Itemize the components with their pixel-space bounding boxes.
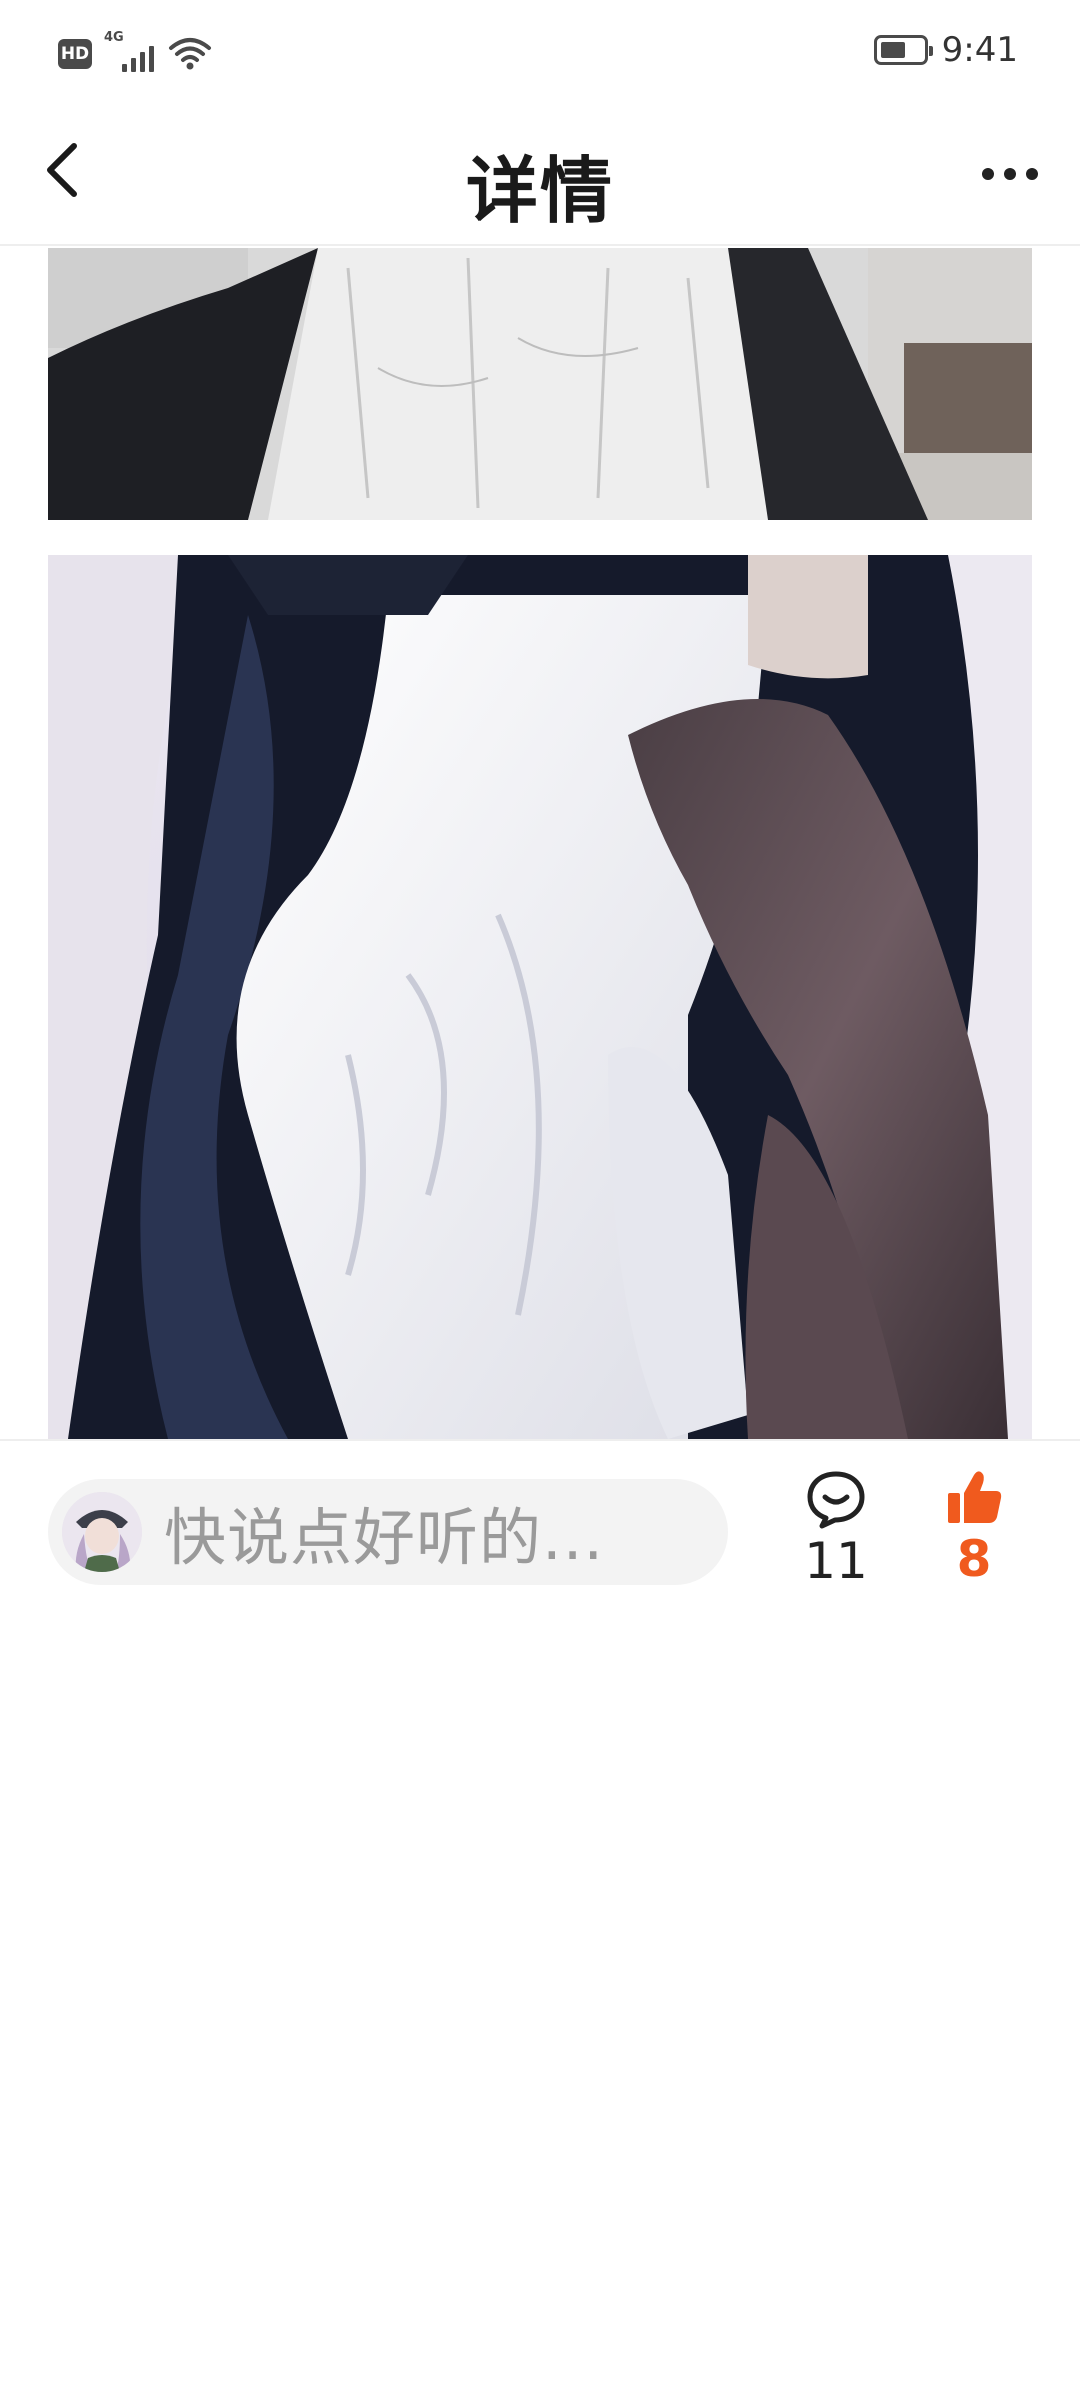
bottom-action-bar: 快说点好听的... 11 8: [0, 1439, 1080, 1589]
more-dot: [982, 168, 994, 180]
hd-badge: HD: [58, 39, 92, 69]
battery-level: [880, 42, 905, 58]
more-options-button[interactable]: [970, 144, 1050, 204]
comment-placeholder: 快说点好听的...: [164, 1501, 605, 1574]
avatar: [62, 1492, 142, 1572]
comment-button[interactable]: 11: [776, 1469, 896, 1589]
status-bar: HD 4G 9:41: [0, 0, 1080, 104]
post-image-1[interactable]: [48, 248, 1032, 520]
post-image-2[interactable]: [48, 555, 1032, 1439]
like-button[interactable]: 8: [914, 1469, 1034, 1587]
network-type: 4G: [104, 30, 124, 45]
page-title: 详情: [465, 149, 614, 233]
battery-icon: [873, 35, 933, 65]
wifi-icon: [168, 36, 212, 72]
like-count: 8: [956, 1530, 992, 1588]
comment-bubble-icon: [807, 1471, 865, 1529]
more-dot: [1004, 168, 1016, 180]
status-bar-left: HD 4G: [58, 30, 212, 74]
comment-count: 11: [804, 1532, 868, 1590]
top-nav-bar: 详情: [0, 104, 1080, 246]
comment-input[interactable]: 快说点好听的...: [48, 1479, 728, 1585]
thumbs-up-icon: [948, 1471, 1002, 1523]
status-bar-right: 9:41: [873, 30, 1018, 70]
status-time: 9:41: [941, 30, 1018, 70]
cellular-signal-icon: 4G: [104, 30, 156, 74]
more-dot: [1026, 168, 1038, 180]
